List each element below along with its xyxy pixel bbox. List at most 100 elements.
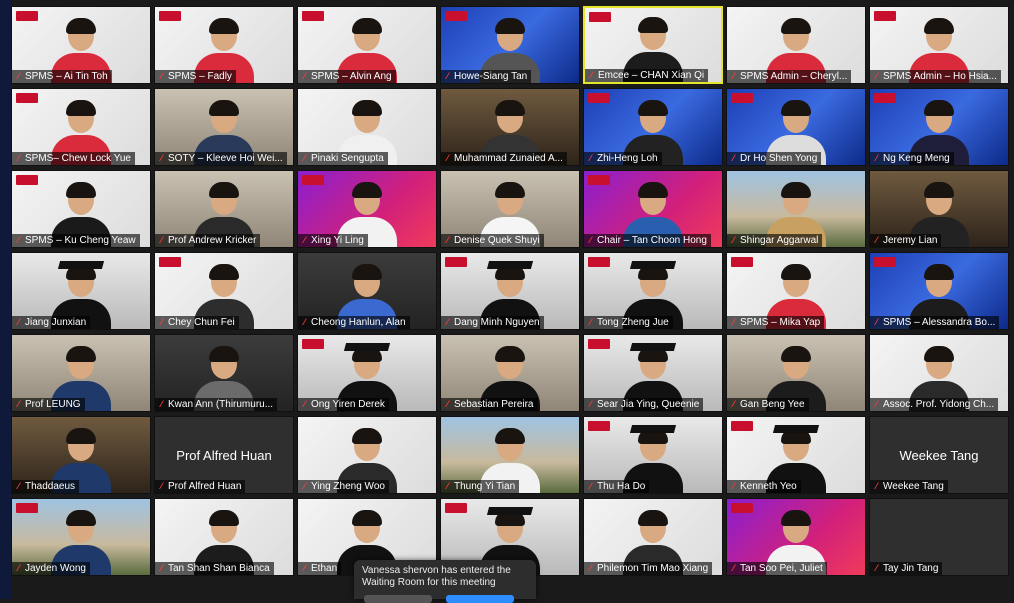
participant-tile[interactable]: ⁄ Prof Andrew Kricker	[154, 170, 294, 248]
participant-tile[interactable]: ⁄ Prof LEUNG	[11, 334, 151, 412]
participant-tile[interactable]: Prof Alfred Huan ⁄ Prof Alfred Huan	[154, 416, 294, 494]
participant-name-label: ⁄ Assoc. Prof. Yidong Ch...	[870, 398, 999, 411]
participant-name: SPMS Admin – Cheryl...	[740, 71, 848, 82]
participant-tile[interactable]: ⁄ SPMS Admin – Cheryl...	[726, 6, 866, 84]
participant-tile[interactable]: ⁄ Howe-Siang Tan	[440, 6, 580, 84]
university-logo-icon	[588, 421, 610, 431]
participant-tile[interactable]: ⁄ Ng Keng Meng	[869, 88, 1009, 166]
graduation-cap-icon	[772, 425, 820, 433]
participant-tile[interactable]: ⁄ Chey Chun Fei	[154, 252, 294, 330]
mic-muted-icon: ⁄	[732, 563, 735, 573]
participant-name-label: ⁄ Ong Yiren Derek	[298, 398, 389, 411]
participant-tile[interactable]: ⁄ Sear Jia Ying, Queenie	[583, 334, 723, 412]
participant-tile[interactable]: ⁄ Ong Yiren Derek	[297, 334, 437, 412]
participant-tile[interactable]: ⁄ Denise Quek Shuyi	[440, 170, 580, 248]
mic-muted-icon: ⁄	[17, 317, 20, 327]
participant-name-label: ⁄ Emcee – CHAN Xian Qi	[585, 69, 709, 82]
participant-name: SPMS– Chew Lock Yue	[25, 153, 131, 164]
participant-tile[interactable]: ⁄ Tan Shan Shan Bianca	[154, 498, 294, 576]
participant-tile[interactable]: ⁄ Thung Yi Tian	[440, 416, 580, 494]
graduation-cap-icon	[486, 261, 534, 269]
participant-tile[interactable]: ⁄ Thaddaeus	[11, 416, 151, 494]
participant-name-label: ⁄ Thung Yi Tian	[441, 480, 520, 493]
notification-admit-button[interactable]	[446, 595, 514, 603]
participant-tile[interactable]: ⁄ Philemon Tim Mao Xiang	[583, 498, 723, 576]
participant-name: Tan Shan Shan Bianca	[168, 563, 270, 574]
participant-name-label: ⁄ Howe-Siang Tan	[441, 70, 532, 83]
participant-tile[interactable]: ⁄ Ying Zheng Woo	[297, 416, 437, 494]
participant-name-label: ⁄ Xing Yi Ling	[298, 234, 368, 247]
participant-tile[interactable]: ⁄ Jiang Junxian	[11, 252, 151, 330]
participant-name-label: ⁄ Pinaki Sengupta	[298, 152, 388, 165]
participant-tile[interactable]: ⁄ Tong Zheng Jue	[583, 252, 723, 330]
participant-name-label: ⁄ Philemon Tim Mao Xiang	[584, 562, 713, 575]
mic-muted-icon: ⁄	[589, 317, 592, 327]
mic-muted-icon: ⁄	[446, 153, 449, 163]
participant-tile[interactable]: ⁄ Thu Ha Do	[583, 416, 723, 494]
participant-name: Tan Soo Pei, Juliet	[740, 563, 823, 574]
participant-name-label: ⁄ Dang Minh Nguyen	[441, 316, 544, 329]
participant-tile[interactable]: ⁄ Assoc. Prof. Yidong Ch...	[869, 334, 1009, 412]
university-logo-icon	[588, 175, 610, 185]
notification-text-line1: Vanessa shervon has entered the	[362, 565, 511, 576]
participant-tile[interactable]: ⁄ Sebastian Pereira	[440, 334, 580, 412]
participant-tile[interactable]: ⁄ SPMS– Chew Lock Yue	[11, 88, 151, 166]
mic-muted-icon: ⁄	[160, 399, 163, 409]
participant-tile[interactable]: ⁄ SPMS – Ai Tin Toh	[11, 6, 151, 84]
participant-tile[interactable]: ⁄ SPMS – Ku Cheng Yeaw	[11, 170, 151, 248]
participant-name-label: ⁄ Sebastian Pereira	[441, 398, 538, 411]
mic-muted-icon: ⁄	[446, 235, 449, 245]
participant-tile[interactable]: ⁄ SPMS – Fadly	[154, 6, 294, 84]
participant-name: Prof Andrew Kricker	[168, 235, 257, 246]
participant-tile[interactable]: ⁄ Kenneth Yeo	[726, 416, 866, 494]
participant-name: Tong Zheng Jue	[597, 317, 669, 328]
participant-tile[interactable]: ⁄ SOTY – Kleeve Hoi Wei...	[154, 88, 294, 166]
waiting-room-notification[interactable]: Vanessa shervon has entered the Waiting …	[354, 560, 536, 603]
mic-muted-icon: ⁄	[589, 399, 592, 409]
participant-name-label: ⁄ Muhammad Zunaied A...	[441, 152, 567, 165]
participant-tile[interactable]: ⁄ Xing Yi Ling	[297, 170, 437, 248]
mic-muted-icon: ⁄	[160, 235, 163, 245]
mic-muted-icon: ⁄	[589, 563, 592, 573]
notification-secondary-button[interactable]	[364, 595, 432, 603]
participant-name-label: ⁄ Thaddaeus	[12, 480, 80, 493]
mic-muted-icon: ⁄	[17, 153, 20, 163]
university-logo-icon	[445, 503, 467, 513]
mic-muted-icon: ⁄	[17, 235, 20, 245]
participant-tile[interactable]: ⁄ Zhi-Heng Loh	[583, 88, 723, 166]
participant-name-label: ⁄ Tan Shan Shan Bianca	[155, 562, 274, 575]
participant-tile[interactable]: ⁄ Jayden Wong	[11, 498, 151, 576]
participant-tile[interactable]: ⁄ Pinaki Sengupta	[297, 88, 437, 166]
university-logo-icon	[588, 257, 610, 267]
participant-name-label: ⁄ Prof Alfred Huan	[155, 480, 246, 493]
participant-name-label: ⁄ SPMS Admin – Ho Hsia...	[870, 70, 1001, 83]
participant-name-label: ⁄ Jeremy Lian	[870, 234, 942, 247]
participant-tile[interactable]: ⁄ Tan Soo Pei, Juliet	[726, 498, 866, 576]
participant-tile[interactable]: ⁄ Kwan Ann (Thirumuru...	[154, 334, 294, 412]
participant-tile[interactable]: ⁄ Dr Ho Shen Yong	[726, 88, 866, 166]
participant-tile[interactable]: ⁄ Dang Minh Nguyen	[440, 252, 580, 330]
participant-tile[interactable]: ⁄ SPMS Admin – Ho Hsia...	[869, 6, 1009, 84]
participant-tile[interactable]: ⁄ Muhammad Zunaied A...	[440, 88, 580, 166]
participant-name: Dang Minh Nguyen	[454, 317, 540, 328]
participant-tile[interactable]: ⁄ SPMS – Mika Yap	[726, 252, 866, 330]
participant-tile[interactable]: Weekee Tang ⁄ Weekee Tang	[869, 416, 1009, 494]
participant-tile[interactable]: ⁄ Shingar Aggarwal	[726, 170, 866, 248]
participant-name-label: ⁄ Ethan	[298, 562, 342, 575]
participant-name-label: ⁄ SPMS – Alessandra Bo...	[870, 316, 1000, 329]
participant-name: SPMS – Alessandra Bo...	[883, 317, 996, 328]
participant-tile[interactable]: ⁄ Tay Jin Tang	[869, 498, 1009, 576]
university-logo-icon	[16, 175, 38, 185]
participant-tile[interactable]: ⁄ Jeremy Lian	[869, 170, 1009, 248]
participant-tile[interactable]: ⁄ Chair – Tan Choon Hong	[583, 170, 723, 248]
participant-tile[interactable]: ⁄ Gan Beng Yee	[726, 334, 866, 412]
participant-name: Xing Yi Ling	[311, 235, 364, 246]
mic-muted-icon: ⁄	[590, 70, 593, 80]
gallery-view-grid: ⁄ SPMS – Ai Tin Toh ⁄ SPMS – Fadly ⁄ SPMS – A…	[11, 6, 1011, 586]
participant-tile[interactable]: ⁄ Emcee – CHAN Xian Qi	[583, 6, 723, 84]
university-logo-icon	[588, 339, 610, 349]
participant-name-label: ⁄ SPMS – Ku Cheng Yeaw	[12, 234, 140, 247]
participant-tile[interactable]: ⁄ Cheong Hanlun, Alan	[297, 252, 437, 330]
participant-tile[interactable]: ⁄ SPMS – Alvin Ang	[297, 6, 437, 84]
participant-tile[interactable]: ⁄ SPMS – Alessandra Bo...	[869, 252, 1009, 330]
